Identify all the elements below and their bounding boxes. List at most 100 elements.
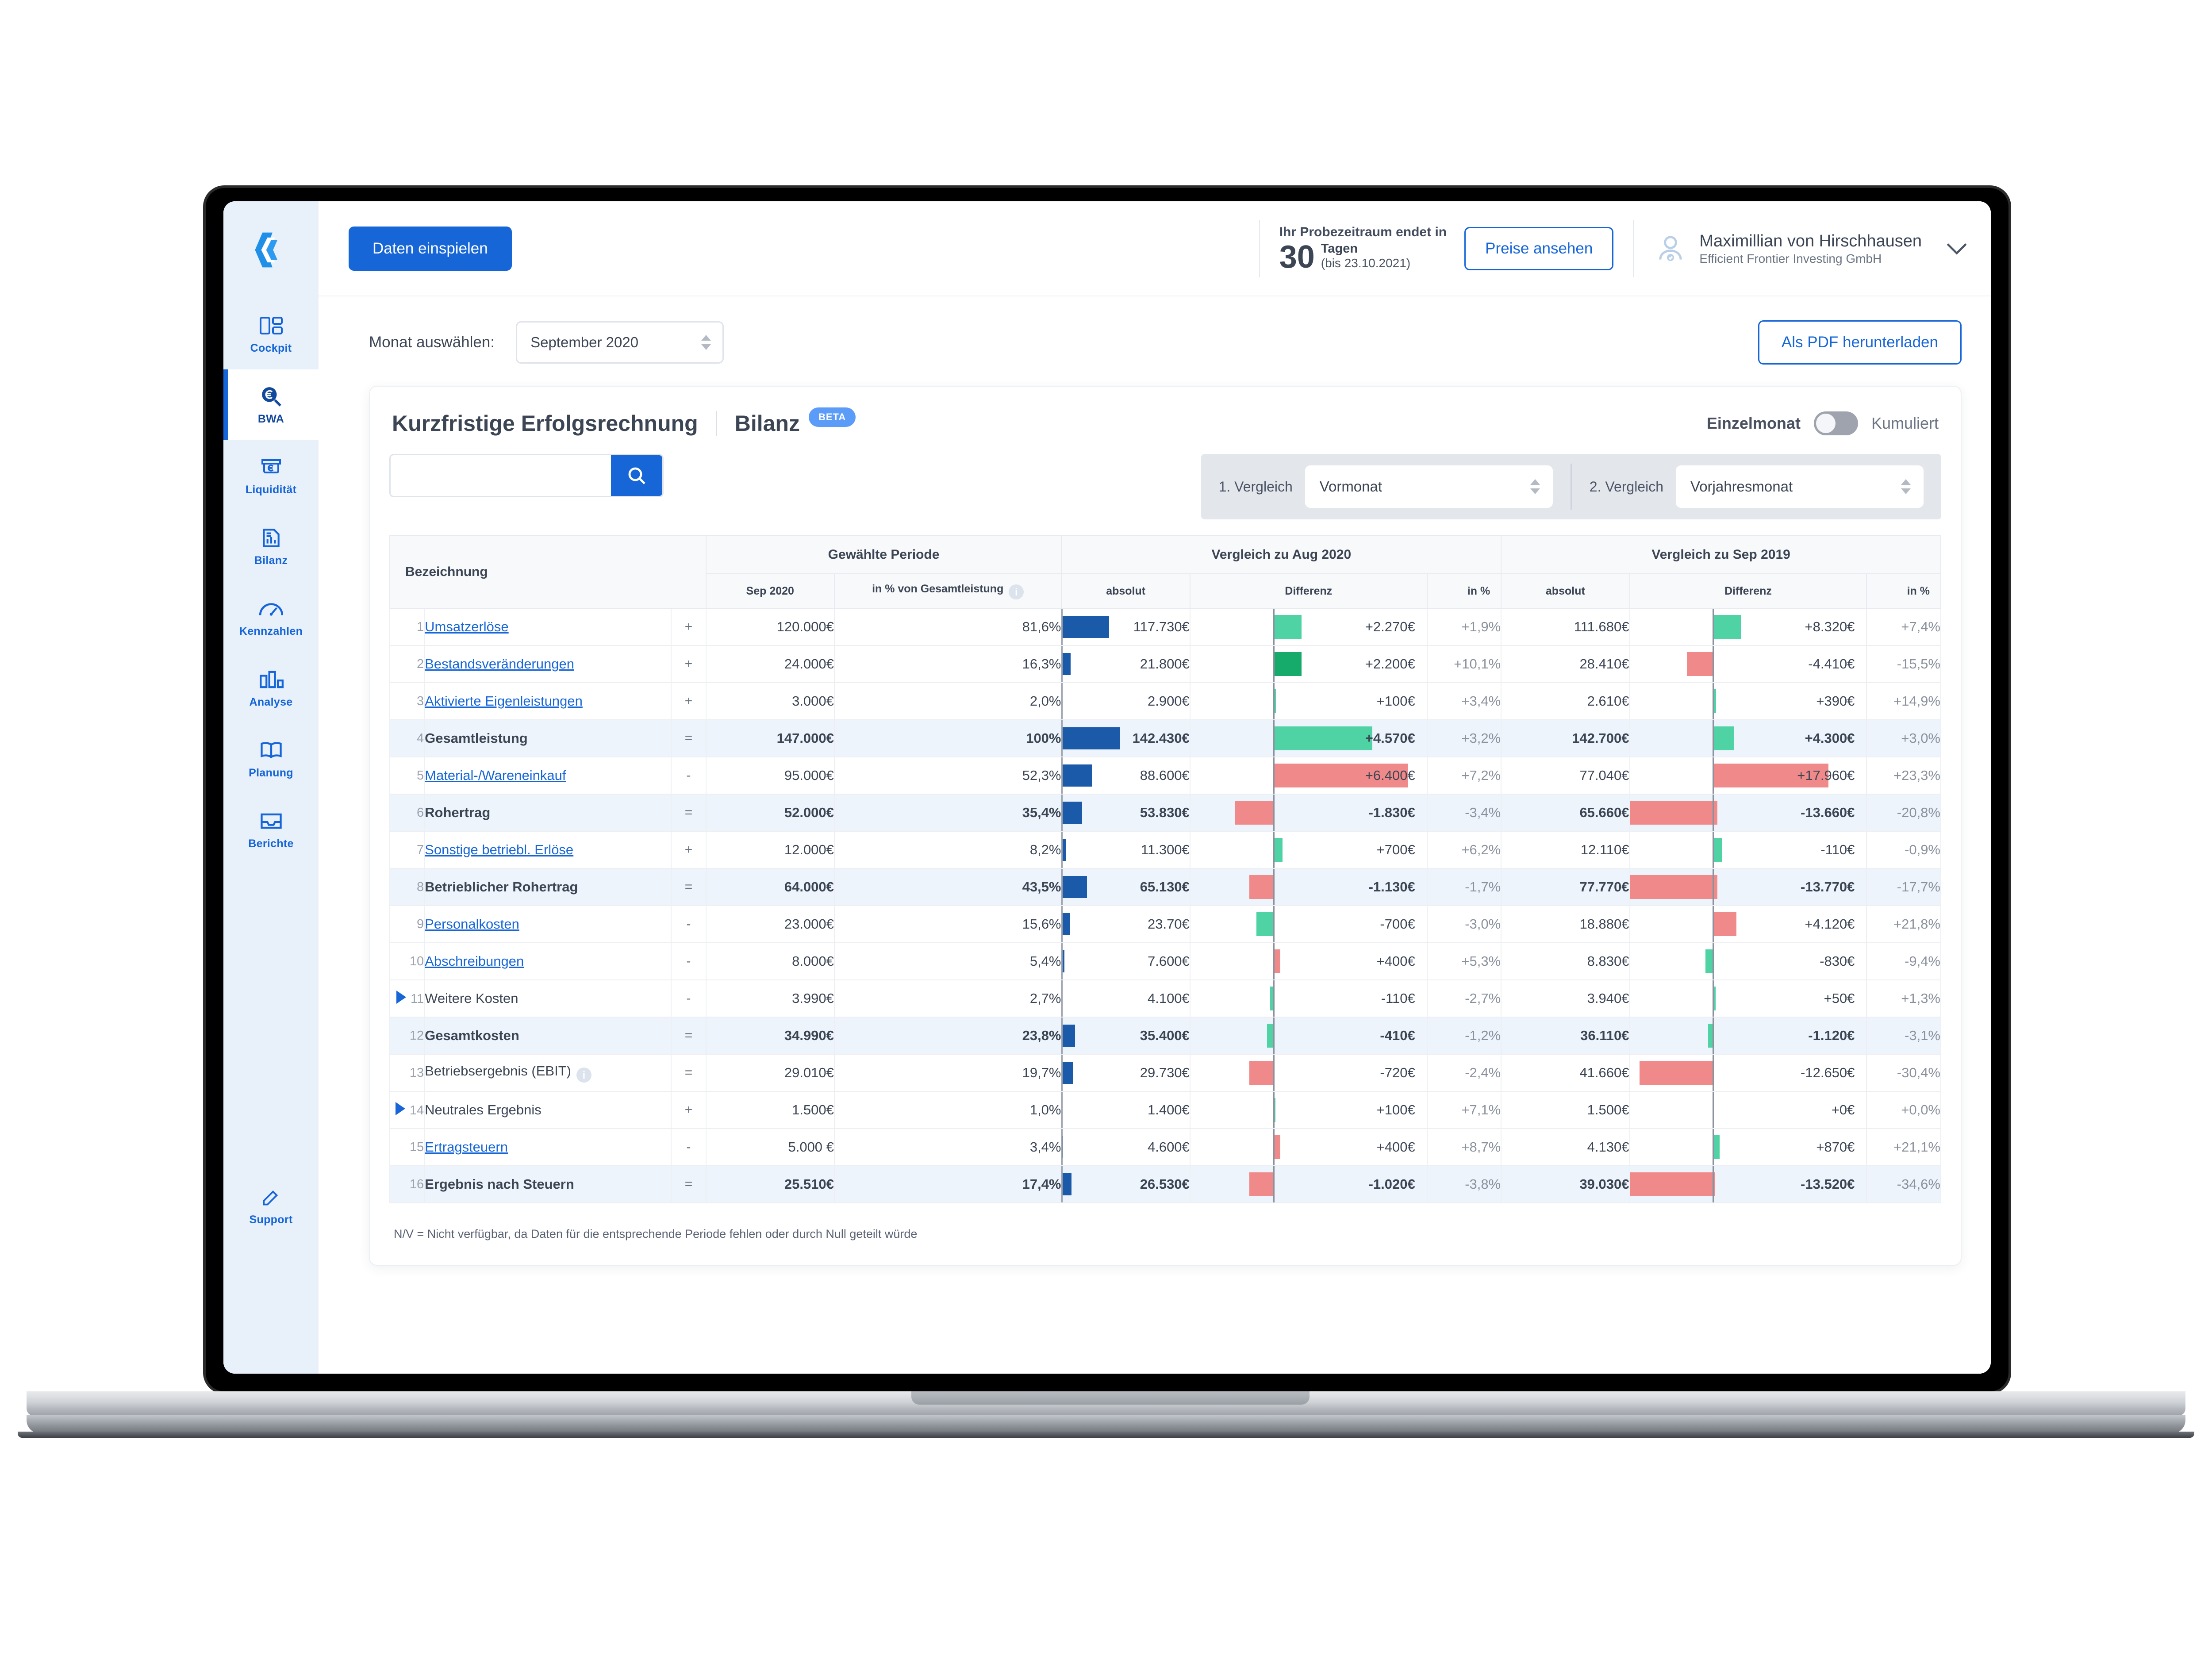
tab-bilanz[interactable]: Bilanz bbox=[735, 411, 800, 436]
header-group-cmp1: Vergleich zu Aug 2020 bbox=[1061, 535, 1502, 574]
einzelmonat-kumuliert-switch[interactable] bbox=[1813, 411, 1858, 435]
row-link[interactable]: Aktivierte Eigenleistungen bbox=[425, 693, 583, 709]
row-cmp2-absolut: 142.700€ bbox=[1501, 719, 1630, 757]
row-cmp2-difference: +870€ bbox=[1629, 1128, 1867, 1166]
comparison-2-select[interactable]: Vorjahresmonat bbox=[1676, 465, 1924, 508]
difference-value: +390€ bbox=[1816, 693, 1855, 709]
row-cmp2-absolut: 36.110€ bbox=[1501, 1017, 1630, 1055]
row-cmp2-percent: -34,6% bbox=[1866, 1165, 1941, 1203]
laptop-screen: Cockpit BWA Liquidität Bilanz Kennzahlen Anal… bbox=[223, 201, 1991, 1374]
stepper-arrows-icon bbox=[1530, 479, 1540, 494]
row-label-text: Rohertrag bbox=[425, 805, 491, 820]
comparison-1-select[interactable]: Vormonat bbox=[1305, 465, 1553, 508]
row-link[interactable]: Bestandsveränderungen bbox=[425, 656, 574, 672]
cash-euro-icon bbox=[257, 455, 285, 479]
sidebar-item-berichte[interactable]: Berichte bbox=[223, 794, 319, 865]
chevron-down-icon[interactable] bbox=[1946, 242, 1968, 255]
row-operator: = bbox=[671, 719, 707, 757]
percent-zero-line bbox=[1061, 795, 1063, 831]
sidebar-item-analyse[interactable]: Analyse bbox=[223, 653, 319, 723]
logo-icon bbox=[251, 230, 291, 270]
row-cmp2-absolut: 4.130€ bbox=[1501, 1128, 1630, 1166]
percent-bar bbox=[1061, 1062, 1073, 1084]
difference-value: -110€ bbox=[1381, 991, 1415, 1006]
row-label-text: Weitere Kosten bbox=[425, 991, 518, 1006]
search-button[interactable] bbox=[611, 455, 662, 496]
expand-triangle-icon[interactable] bbox=[395, 1102, 405, 1115]
row-cmp1-difference: -1.130€ bbox=[1189, 868, 1428, 906]
search-input[interactable] bbox=[391, 455, 611, 496]
search-box[interactable] bbox=[389, 454, 664, 497]
header-cmp1-inprozent: in % bbox=[1426, 573, 1502, 609]
row-cmp2-percent: -15,5% bbox=[1866, 645, 1941, 683]
row-operator: - bbox=[671, 979, 707, 1018]
percent-zero-line bbox=[1061, 683, 1063, 719]
sidebar-item-bilanz[interactable]: Bilanz bbox=[223, 511, 319, 582]
sidebar-item-bwa[interactable]: BWA bbox=[223, 369, 319, 440]
row-link[interactable]: Ertragsteuern bbox=[425, 1139, 508, 1155]
magnifier-euro-icon bbox=[257, 384, 285, 408]
table-row: 12 Gesamtkosten = 34.990€ 23,8% 35.400€ -410€ -… bbox=[389, 1017, 1941, 1055]
row-percent-value: 3,4% bbox=[833, 1128, 1064, 1166]
row-cmp2-difference: -13.660€ bbox=[1629, 794, 1867, 832]
row-cmp2-percent: +21,1% bbox=[1866, 1128, 1941, 1166]
table-row: 10 Abschreibungen -8.000€ 5,4% 7.600€ +400€ +5… bbox=[389, 942, 1941, 980]
view-prices-button[interactable]: Preise ansehen bbox=[1464, 227, 1614, 270]
info-icon[interactable]: i bbox=[576, 1068, 591, 1083]
row-number: 12 bbox=[389, 1017, 425, 1055]
sidebar-item-kennzahlen[interactable]: Kennzahlen bbox=[223, 582, 319, 653]
app-logo[interactable] bbox=[223, 201, 319, 299]
row-label: Sonstige betriebl. Erlöse bbox=[424, 831, 672, 869]
row-operator: + bbox=[671, 608, 707, 646]
sidebar-item-label: BWA bbox=[257, 412, 284, 425]
row-link[interactable]: Material-/Wareneinkauf bbox=[425, 768, 566, 783]
row-cmp1-percent: -2,4% bbox=[1426, 1054, 1502, 1092]
row-cmp1-absolut: 26.530€ bbox=[1061, 1165, 1190, 1203]
table-footnote: N/V = Nicht verfügbar, da Daten für die … bbox=[394, 1227, 918, 1240]
comparison-1-label: 1. Vergleich bbox=[1218, 478, 1293, 495]
row-cmp1-difference: -700€ bbox=[1189, 905, 1428, 943]
row-link[interactable]: Sonstige betriebl. Erlöse bbox=[425, 842, 573, 857]
month-select[interactable]: September 2020 bbox=[516, 321, 724, 364]
period-mode-toggle[interactable]: Einzelmonat Kumuliert bbox=[1707, 411, 1939, 435]
sidebar-item-support[interactable]: Support bbox=[223, 1170, 319, 1241]
gauge-icon bbox=[257, 597, 285, 621]
row-cmp2-absolut: 3.940€ bbox=[1501, 979, 1630, 1018]
import-data-button[interactable]: Daten einspielen bbox=[349, 226, 512, 271]
laptop-foot bbox=[18, 1432, 2194, 1438]
row-percent-value: 1,0% bbox=[833, 1091, 1063, 1129]
row-number: 4 bbox=[389, 719, 425, 757]
user-menu[interactable]: Maximillian von Hirschhausen Efficient F… bbox=[1633, 219, 1991, 277]
sidebar-item-planung[interactable]: Planung bbox=[223, 723, 319, 794]
info-icon[interactable]: i bbox=[1009, 584, 1024, 599]
row-period-value: 24.000€ bbox=[705, 645, 835, 683]
bars-icon bbox=[257, 668, 285, 691]
expand-triangle-icon[interactable] bbox=[396, 991, 407, 1004]
download-pdf-button[interactable]: Als PDF herunterladen bbox=[1758, 320, 1962, 365]
difference-value: +4.570€ bbox=[1365, 730, 1415, 746]
user-organization: Efficient Frontier Investing GmbH bbox=[1699, 252, 1882, 266]
row-label-text: Neutrales Ergebnis bbox=[425, 1102, 541, 1118]
row-operator: = bbox=[671, 1054, 707, 1092]
table-row: 4 Gesamtleistung = 147.000€ 100% 142.430€ +4.5… bbox=[389, 719, 1941, 757]
percent-zero-line bbox=[1061, 943, 1063, 979]
row-link[interactable]: Abschreibungen bbox=[425, 953, 524, 969]
sidebar-item-liquiditt[interactable]: Liquidität bbox=[223, 440, 319, 511]
row-cmp1-absolut: 4.100€ bbox=[1061, 979, 1190, 1018]
row-cmp1-percent: -3,0% bbox=[1426, 905, 1502, 943]
percent-bar bbox=[1061, 653, 1071, 675]
difference-value: -13.520€ bbox=[1801, 1176, 1855, 1192]
sidebar: Cockpit BWA Liquidität Bilanz Kennzahlen Anal… bbox=[223, 201, 319, 1374]
sidebar-item-cockpit[interactable]: Cockpit bbox=[223, 299, 319, 369]
controls-row: Monat auswählen: September 2020 Als PDF … bbox=[319, 296, 1991, 365]
row-percent-value: 2,0% bbox=[833, 682, 1063, 720]
row-cmp1-difference: +4.570€ bbox=[1189, 719, 1428, 757]
row-cmp1-absolut: 7.600€ bbox=[1061, 942, 1190, 980]
row-number: 15 bbox=[389, 1128, 425, 1166]
row-link[interactable]: Umsatzerlöse bbox=[425, 619, 509, 634]
difference-value: -1.020€ bbox=[1368, 1176, 1415, 1192]
row-cmp1-difference: +2.200€ bbox=[1189, 645, 1428, 683]
difference-value: +100€ bbox=[1376, 1102, 1415, 1118]
row-link[interactable]: Personalkosten bbox=[425, 916, 519, 932]
row-cmp1-difference: +100€ bbox=[1189, 1091, 1428, 1129]
